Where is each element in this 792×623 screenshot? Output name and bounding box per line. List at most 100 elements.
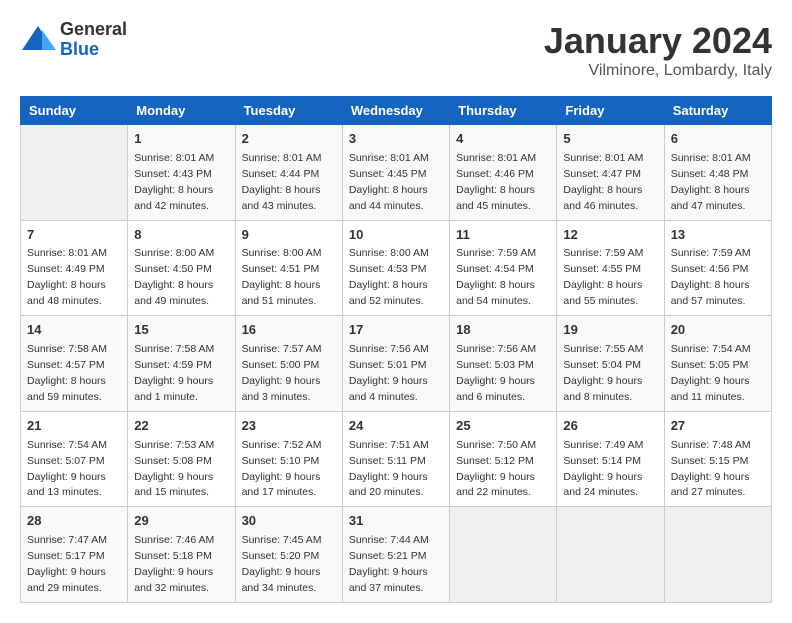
- calendar-cell: 17 Sunrise: 7:56 AMSunset: 5:01 PMDaylig…: [342, 316, 449, 412]
- header-thursday: Thursday: [450, 97, 557, 125]
- calendar-cell: 8 Sunrise: 8:00 AMSunset: 4:50 PMDayligh…: [128, 220, 235, 316]
- calendar-cell: 23 Sunrise: 7:52 AMSunset: 5:10 PMDaylig…: [235, 411, 342, 507]
- calendar-cell: 24 Sunrise: 7:51 AMSunset: 5:11 PMDaylig…: [342, 411, 449, 507]
- day-number: 7: [27, 226, 121, 245]
- cell-sunrise: Sunrise: 7:47 AMSunset: 5:17 PMDaylight:…: [27, 534, 107, 594]
- day-number: 5: [563, 130, 657, 149]
- calendar-cell: 3 Sunrise: 8:01 AMSunset: 4:45 PMDayligh…: [342, 125, 449, 221]
- header-sunday: Sunday: [21, 97, 128, 125]
- calendar-week-row: 28 Sunrise: 7:47 AMSunset: 5:17 PMDaylig…: [21, 507, 772, 603]
- calendar-cell: 18 Sunrise: 7:56 AMSunset: 5:03 PMDaylig…: [450, 316, 557, 412]
- cell-sunrise: Sunrise: 8:01 AMSunset: 4:47 PMDaylight:…: [563, 152, 643, 212]
- calendar-cell: 4 Sunrise: 8:01 AMSunset: 4:46 PMDayligh…: [450, 125, 557, 221]
- day-number: 25: [456, 417, 550, 436]
- logo-blue-text: Blue: [60, 40, 127, 60]
- calendar-cell: [557, 507, 664, 603]
- header-tuesday: Tuesday: [235, 97, 342, 125]
- calendar-week-row: 14 Sunrise: 7:58 AMSunset: 4:57 PMDaylig…: [21, 316, 772, 412]
- cell-sunrise: Sunrise: 8:01 AMSunset: 4:44 PMDaylight:…: [242, 152, 322, 212]
- cell-sunrise: Sunrise: 7:59 AMSunset: 4:54 PMDaylight:…: [456, 247, 536, 307]
- day-number: 22: [134, 417, 228, 436]
- day-number: 12: [563, 226, 657, 245]
- cell-sunrise: Sunrise: 7:59 AMSunset: 4:55 PMDaylight:…: [563, 247, 643, 307]
- calendar-cell: 20 Sunrise: 7:54 AMSunset: 5:05 PMDaylig…: [664, 316, 771, 412]
- logo-icon: [20, 22, 56, 58]
- title-area: January 2024 Vilminore, Lombardy, Italy: [544, 20, 772, 80]
- cell-sunrise: Sunrise: 8:00 AMSunset: 4:51 PMDaylight:…: [242, 247, 322, 307]
- day-number: 11: [456, 226, 550, 245]
- cell-sunrise: Sunrise: 7:48 AMSunset: 5:15 PMDaylight:…: [671, 439, 751, 499]
- day-number: 29: [134, 512, 228, 531]
- location-title: Vilminore, Lombardy, Italy: [544, 62, 772, 80]
- page-header: General Blue January 2024 Vilminore, Lom…: [20, 20, 772, 80]
- cell-sunrise: Sunrise: 7:56 AMSunset: 5:03 PMDaylight:…: [456, 343, 536, 403]
- day-number: 20: [671, 321, 765, 340]
- calendar-cell: 14 Sunrise: 7:58 AMSunset: 4:57 PMDaylig…: [21, 316, 128, 412]
- calendar-cell: 10 Sunrise: 8:00 AMSunset: 4:53 PMDaylig…: [342, 220, 449, 316]
- cell-sunrise: Sunrise: 8:00 AMSunset: 4:50 PMDaylight:…: [134, 247, 214, 307]
- cell-sunrise: Sunrise: 7:55 AMSunset: 5:04 PMDaylight:…: [563, 343, 643, 403]
- calendar-cell: 9 Sunrise: 8:00 AMSunset: 4:51 PMDayligh…: [235, 220, 342, 316]
- calendar-cell: 21 Sunrise: 7:54 AMSunset: 5:07 PMDaylig…: [21, 411, 128, 507]
- cell-sunrise: Sunrise: 7:58 AMSunset: 4:57 PMDaylight:…: [27, 343, 107, 403]
- calendar-cell: 31 Sunrise: 7:44 AMSunset: 5:21 PMDaylig…: [342, 507, 449, 603]
- day-number: 3: [349, 130, 443, 149]
- day-number: 16: [242, 321, 336, 340]
- cell-sunrise: Sunrise: 7:46 AMSunset: 5:18 PMDaylight:…: [134, 534, 214, 594]
- calendar-cell: 22 Sunrise: 7:53 AMSunset: 5:08 PMDaylig…: [128, 411, 235, 507]
- header-wednesday: Wednesday: [342, 97, 449, 125]
- calendar-cell: 15 Sunrise: 7:58 AMSunset: 4:59 PMDaylig…: [128, 316, 235, 412]
- cell-sunrise: Sunrise: 7:50 AMSunset: 5:12 PMDaylight:…: [456, 439, 536, 499]
- calendar-cell: 13 Sunrise: 7:59 AMSunset: 4:56 PMDaylig…: [664, 220, 771, 316]
- calendar-cell: 29 Sunrise: 7:46 AMSunset: 5:18 PMDaylig…: [128, 507, 235, 603]
- calendar-week-row: 1 Sunrise: 8:01 AMSunset: 4:43 PMDayligh…: [21, 125, 772, 221]
- cell-sunrise: Sunrise: 8:01 AMSunset: 4:46 PMDaylight:…: [456, 152, 536, 212]
- day-number: 14: [27, 321, 121, 340]
- calendar-cell: 16 Sunrise: 7:57 AMSunset: 5:00 PMDaylig…: [235, 316, 342, 412]
- cell-sunrise: Sunrise: 7:58 AMSunset: 4:59 PMDaylight:…: [134, 343, 214, 403]
- cell-sunrise: Sunrise: 7:54 AMSunset: 5:07 PMDaylight:…: [27, 439, 107, 499]
- cell-sunrise: Sunrise: 8:01 AMSunset: 4:49 PMDaylight:…: [27, 247, 107, 307]
- calendar-table: SundayMondayTuesdayWednesdayThursdayFrid…: [20, 96, 772, 603]
- cell-sunrise: Sunrise: 7:57 AMSunset: 5:00 PMDaylight:…: [242, 343, 322, 403]
- day-number: 28: [27, 512, 121, 531]
- calendar-cell: 28 Sunrise: 7:47 AMSunset: 5:17 PMDaylig…: [21, 507, 128, 603]
- calendar-cell: 5 Sunrise: 8:01 AMSunset: 4:47 PMDayligh…: [557, 125, 664, 221]
- day-number: 19: [563, 321, 657, 340]
- calendar-cell: 6 Sunrise: 8:01 AMSunset: 4:48 PMDayligh…: [664, 125, 771, 221]
- calendar-cell: 11 Sunrise: 7:59 AMSunset: 4:54 PMDaylig…: [450, 220, 557, 316]
- cell-sunrise: Sunrise: 7:44 AMSunset: 5:21 PMDaylight:…: [349, 534, 429, 594]
- cell-sunrise: Sunrise: 7:51 AMSunset: 5:11 PMDaylight:…: [349, 439, 429, 499]
- day-number: 10: [349, 226, 443, 245]
- cell-sunrise: Sunrise: 7:59 AMSunset: 4:56 PMDaylight:…: [671, 247, 751, 307]
- cell-sunrise: Sunrise: 7:49 AMSunset: 5:14 PMDaylight:…: [563, 439, 643, 499]
- day-number: 31: [349, 512, 443, 531]
- day-number: 4: [456, 130, 550, 149]
- day-number: 9: [242, 226, 336, 245]
- cell-sunrise: Sunrise: 8:01 AMSunset: 4:48 PMDaylight:…: [671, 152, 751, 212]
- cell-sunrise: Sunrise: 7:56 AMSunset: 5:01 PMDaylight:…: [349, 343, 429, 403]
- day-number: 21: [27, 417, 121, 436]
- calendar-cell: 30 Sunrise: 7:45 AMSunset: 5:20 PMDaylig…: [235, 507, 342, 603]
- calendar-header-row: SundayMondayTuesdayWednesdayThursdayFrid…: [21, 97, 772, 125]
- day-number: 2: [242, 130, 336, 149]
- cell-sunrise: Sunrise: 7:53 AMSunset: 5:08 PMDaylight:…: [134, 439, 214, 499]
- month-title: January 2024: [544, 20, 772, 62]
- day-number: 13: [671, 226, 765, 245]
- cell-sunrise: Sunrise: 7:52 AMSunset: 5:10 PMDaylight:…: [242, 439, 322, 499]
- cell-sunrise: Sunrise: 7:45 AMSunset: 5:20 PMDaylight:…: [242, 534, 322, 594]
- header-friday: Friday: [557, 97, 664, 125]
- day-number: 30: [242, 512, 336, 531]
- calendar-cell: [21, 125, 128, 221]
- day-number: 27: [671, 417, 765, 436]
- day-number: 18: [456, 321, 550, 340]
- calendar-cell: 25 Sunrise: 7:50 AMSunset: 5:12 PMDaylig…: [450, 411, 557, 507]
- day-number: 15: [134, 321, 228, 340]
- calendar-cell: 26 Sunrise: 7:49 AMSunset: 5:14 PMDaylig…: [557, 411, 664, 507]
- day-number: 24: [349, 417, 443, 436]
- cell-sunrise: Sunrise: 7:54 AMSunset: 5:05 PMDaylight:…: [671, 343, 751, 403]
- cell-sunrise: Sunrise: 8:01 AMSunset: 4:43 PMDaylight:…: [134, 152, 214, 212]
- calendar-cell: 2 Sunrise: 8:01 AMSunset: 4:44 PMDayligh…: [235, 125, 342, 221]
- calendar-cell: 27 Sunrise: 7:48 AMSunset: 5:15 PMDaylig…: [664, 411, 771, 507]
- day-number: 26: [563, 417, 657, 436]
